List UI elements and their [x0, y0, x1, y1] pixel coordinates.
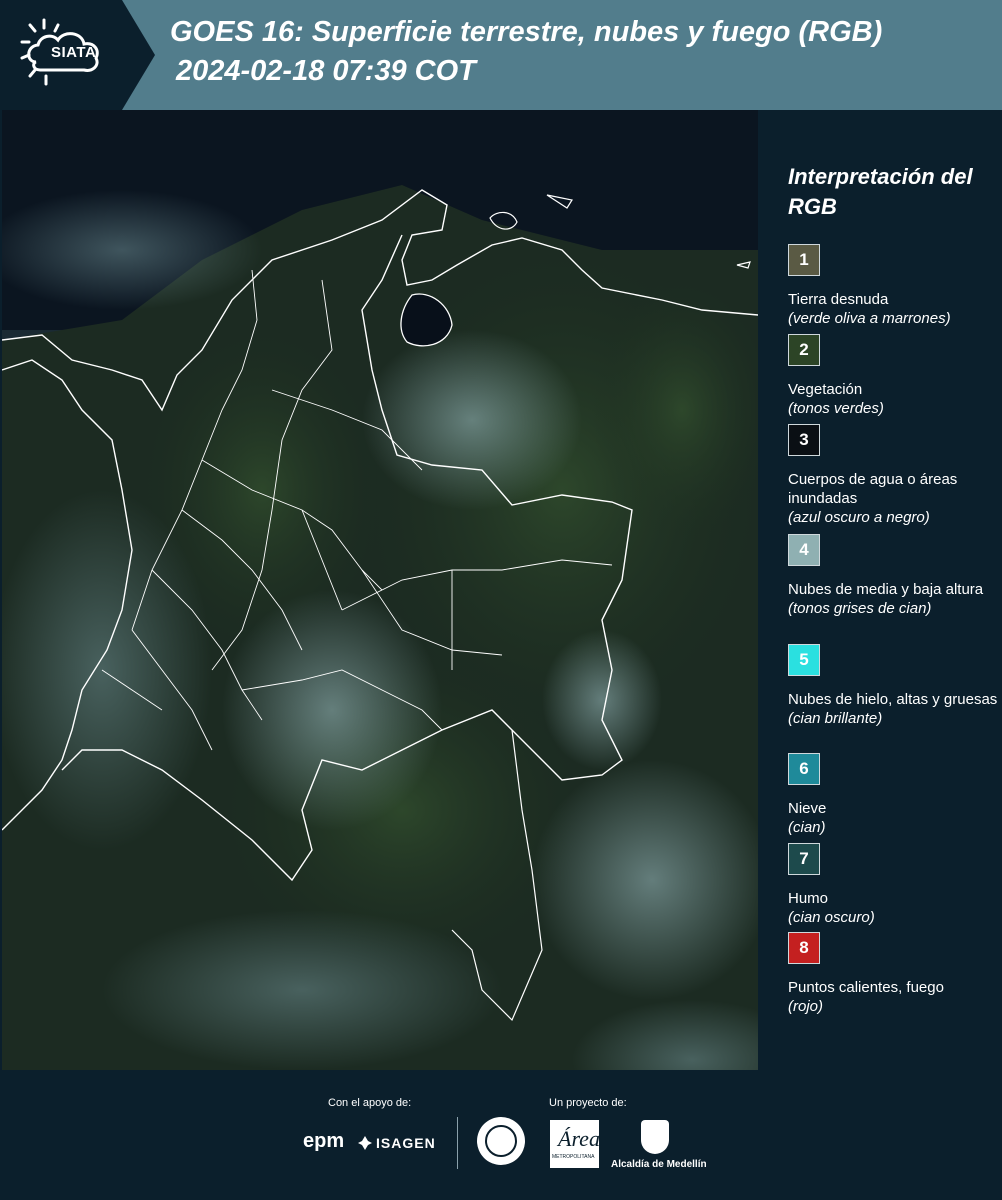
- legend-label: Nieve: [788, 800, 827, 817]
- shield-icon: [641, 1120, 669, 1154]
- legend-sublabel: (cian): [788, 819, 826, 836]
- legend-sublabel: (tonos grises de cian): [788, 600, 932, 617]
- legend-item-bare-land: 1 Tierra desnuda (verde oliva a marrones…: [788, 244, 998, 328]
- legend-label: Humo: [788, 890, 829, 907]
- legend-item-snow: 6 Nieve (cian): [788, 753, 998, 837]
- legend-swatch-4: 4: [788, 534, 820, 566]
- legend-swatch-3: 3: [788, 424, 820, 456]
- alcaldia-label: Alcaldía de Medellín: [611, 1159, 707, 1170]
- support-label: Con el apoyo de:: [328, 1097, 412, 1109]
- isagen-mark-icon: [358, 1136, 372, 1150]
- legend-label: Tierra desnuda: [788, 291, 889, 308]
- legend-sublabel: (cian brillante): [788, 710, 883, 727]
- legend-label: Puntos calientes, fuego: [788, 979, 944, 996]
- legend-item-fire: 8 Puntos calientes, fuego (rojo): [788, 932, 998, 1016]
- isagen-logo: ISAGEN: [376, 1135, 436, 1151]
- seal-icon: [477, 1117, 525, 1165]
- page-timestamp: 2024-02-18 07:39 COT: [176, 55, 476, 87]
- legend-item-low-clouds: 4 Nubes de media y baja altura (tonos gr…: [788, 534, 998, 618]
- legend-label: Vegetación: [788, 381, 863, 398]
- legend-sublabel: (verde oliva a marrones): [788, 310, 951, 327]
- legend-item-water: 3 Cuerpos de agua o áreas inundadas (azu…: [788, 424, 998, 527]
- logo-text: SIATA: [51, 44, 97, 61]
- legend-item-vegetation: 2 Vegetación (tonos verdes): [788, 334, 998, 418]
- legend-title: Interpretación del RGB: [788, 164, 973, 219]
- legend-label: Cuerpos de agua o áreas inundadas: [788, 471, 958, 507]
- legend-sublabel: (azul oscuro a negro): [788, 509, 930, 526]
- legend-swatch-7: 7: [788, 843, 820, 875]
- map-svg: [2, 110, 758, 1070]
- epm-logo: epm: [303, 1130, 345, 1152]
- legend-swatch-6: 6: [788, 753, 820, 785]
- amva-subtext: METROPOLITANA: [552, 1154, 595, 1160]
- footer-divider: [457, 1117, 458, 1169]
- legend-swatch-2: 2: [788, 334, 820, 366]
- footer: Con el apoyo de: Un proyecto de: epm ISA…: [0, 1070, 1002, 1200]
- legend-label: Nubes de media y baja altura: [788, 581, 984, 598]
- legend-sublabel: (tonos verdes): [788, 400, 884, 417]
- seal-inner-ring: [485, 1125, 517, 1157]
- amva-logo: Área METROPOLITANA: [550, 1120, 600, 1168]
- project-label: Un proyecto de:: [549, 1097, 627, 1109]
- legend-swatch-8: 8: [788, 932, 820, 964]
- page-title: GOES 16: Superficie terrestre, nubes y f…: [170, 16, 883, 48]
- satellite-map[interactable]: [2, 110, 758, 1070]
- legend-sublabel: (rojo): [788, 998, 824, 1015]
- legend-sublabel: (cian oscuro): [788, 909, 875, 926]
- legend-swatch-5: 5: [788, 644, 820, 676]
- header-bar: SIATA GOES 16: Superficie terrestre, nub…: [0, 0, 1002, 110]
- legend-label: Nubes de hielo, altas y gruesas: [788, 691, 998, 708]
- legend-item-smoke: 7 Humo (cian oscuro): [788, 843, 998, 927]
- legend-swatch-1: 1: [788, 244, 820, 276]
- amva-mark: Área: [558, 1126, 600, 1151]
- legend-item-ice-clouds: 5 Nubes de hielo, altas y gruesas (cian …: [788, 644, 998, 728]
- legend-panel: Interpretación del RGB 1 Tierra desnuda …: [760, 110, 1002, 1070]
